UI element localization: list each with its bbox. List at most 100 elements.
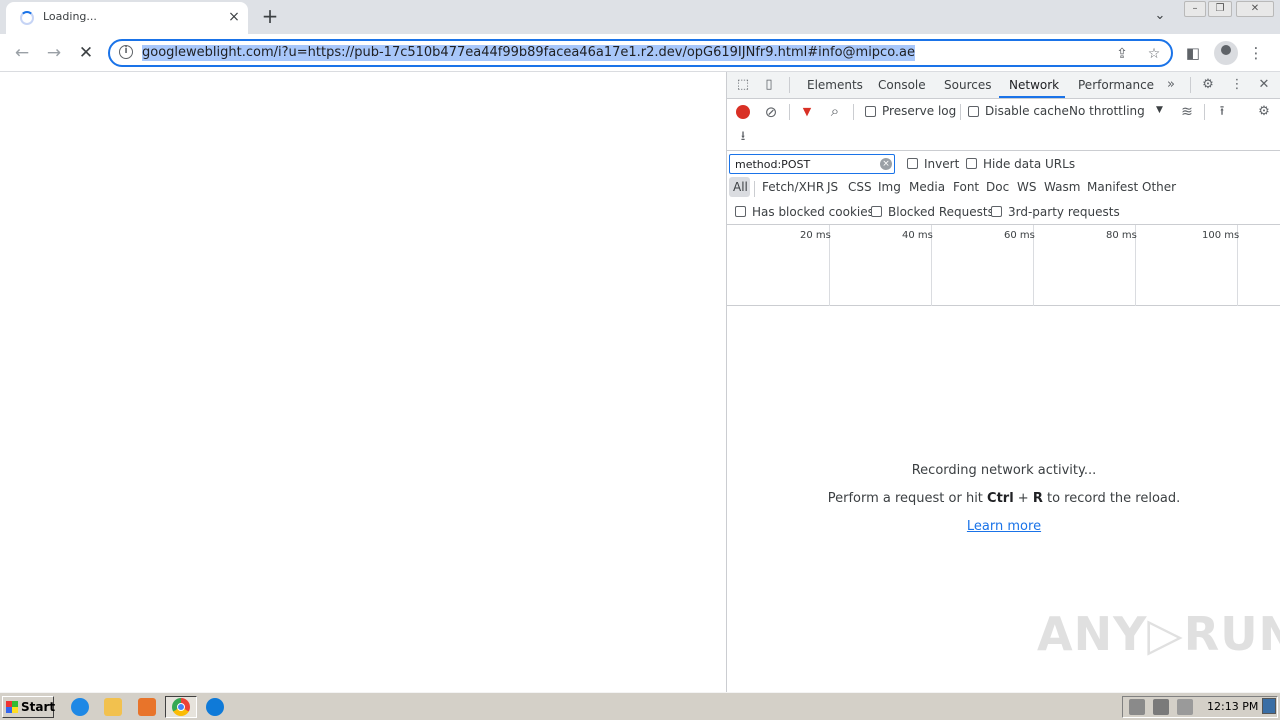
third-party-label: 3rd-party requests bbox=[1008, 205, 1120, 219]
action-center-flag-icon[interactable] bbox=[1177, 699, 1193, 715]
divider bbox=[754, 181, 755, 197]
type-filter-ws[interactable]: WS bbox=[1017, 180, 1036, 194]
disable-cache-checkbox[interactable] bbox=[968, 106, 979, 117]
profile-avatar-icon[interactable] bbox=[1214, 41, 1238, 65]
devtools-tab-bar: ⬚ ▯ Elements Console Sources Network Per… bbox=[727, 72, 1280, 99]
timeline-tick-label: 40 ms bbox=[902, 230, 933, 241]
devtools-settings-icon[interactable]: ⚙ bbox=[1199, 76, 1217, 94]
restore-button[interactable]: ❐ bbox=[1208, 1, 1232, 17]
has-blocked-cookies-checkbox[interactable] bbox=[735, 206, 746, 217]
hide-data-urls-checkbox[interactable] bbox=[966, 158, 977, 169]
stop-loading-button[interactable]: ✕ bbox=[74, 41, 98, 65]
address-bar[interactable]: i googleweblight.com/i?u=https://pub-17c… bbox=[108, 39, 1173, 67]
timeline-tick-label: 80 ms bbox=[1106, 230, 1137, 241]
browser-menu-icon[interactable]: ⋮ bbox=[1244, 41, 1268, 65]
network-icon[interactable] bbox=[1153, 699, 1169, 715]
timeline-tick-label: 60 ms bbox=[1004, 230, 1035, 241]
timeline-tick-label: 100 ms bbox=[1202, 230, 1240, 241]
internet-explorer-icon[interactable] bbox=[71, 698, 89, 716]
site-info-icon[interactable]: i bbox=[119, 45, 133, 59]
more-tabs-icon[interactable]: » bbox=[1162, 76, 1180, 94]
type-filter-other[interactable]: Other bbox=[1142, 180, 1176, 194]
tab-performance[interactable]: Performance bbox=[1078, 78, 1154, 92]
tab-sources[interactable]: Sources bbox=[944, 78, 991, 92]
search-icon[interactable]: ⌕ bbox=[826, 102, 844, 120]
tab-search-icon[interactable]: ⌄ bbox=[1150, 6, 1170, 26]
type-filter-doc[interactable]: Doc bbox=[986, 180, 1009, 194]
back-button[interactable]: ← bbox=[10, 41, 34, 65]
chrome-taskbar-button[interactable] bbox=[165, 696, 197, 718]
blocked-requests-label: Blocked Requests bbox=[888, 205, 994, 219]
media-player-icon[interactable] bbox=[138, 698, 156, 716]
type-filter-js[interactable]: JS bbox=[827, 180, 838, 194]
inspect-element-icon[interactable]: ⬚ bbox=[734, 76, 752, 94]
throttling-dropdown-icon[interactable]: ▼ bbox=[1156, 105, 1163, 115]
throttling-select[interactable]: No throttling bbox=[1069, 104, 1145, 118]
type-filter-font[interactable]: Font bbox=[953, 180, 979, 194]
network-conditions-icon[interactable]: ≋ bbox=[1178, 103, 1196, 121]
learn-more-link[interactable]: Learn more bbox=[727, 519, 1280, 534]
tab-network[interactable]: Network bbox=[1009, 78, 1059, 92]
bookmark-star-icon[interactable]: ☆ bbox=[1144, 44, 1164, 64]
url-text[interactable]: googleweblight.com/i?u=https://pub-17c51… bbox=[142, 45, 916, 61]
filter-input-value[interactable]: method:POST bbox=[735, 158, 810, 171]
shortcut-key-r: R bbox=[1032, 491, 1043, 506]
clear-filter-icon[interactable]: × bbox=[880, 158, 892, 170]
invert-checkbox[interactable] bbox=[907, 158, 918, 169]
active-tab-indicator bbox=[999, 96, 1065, 98]
invert-label: Invert bbox=[924, 157, 960, 171]
file-explorer-icon[interactable] bbox=[104, 698, 122, 716]
third-party-checkbox[interactable] bbox=[991, 206, 1002, 217]
network-settings-icon[interactable]: ⚙ bbox=[1255, 103, 1273, 121]
edge-icon[interactable] bbox=[206, 698, 224, 716]
network-toolbar: ⊘ ▼ ⌕ Preserve log Disable cache No thro… bbox=[727, 99, 1280, 151]
divider bbox=[960, 104, 961, 120]
filter-icon[interactable]: ▼ bbox=[798, 103, 816, 121]
type-filter-css[interactable]: CSS bbox=[848, 180, 872, 194]
divider bbox=[789, 77, 790, 93]
preserve-log-label: Preserve log bbox=[882, 104, 957, 118]
type-filter-wasm[interactable]: Wasm bbox=[1044, 180, 1080, 194]
page-viewport[interactable] bbox=[0, 72, 726, 692]
tab-console[interactable]: Console bbox=[878, 78, 926, 92]
browser-tab[interactable]: Loading... × bbox=[6, 2, 248, 34]
tab-title: Loading... bbox=[43, 10, 97, 23]
system-clock[interactable]: 12:13 PM bbox=[1207, 700, 1258, 713]
type-filter-all[interactable]: All bbox=[733, 180, 748, 194]
record-icon[interactable] bbox=[736, 105, 750, 119]
type-filter-manifest[interactable]: Manifest bbox=[1087, 180, 1138, 194]
devtools-close-icon[interactable]: ✕ bbox=[1255, 76, 1273, 94]
devtools-menu-icon[interactable]: ⋮ bbox=[1228, 76, 1246, 94]
timeline-tick-label: 20 ms bbox=[800, 230, 831, 241]
type-filter-fetch-xhr[interactable]: Fetch/XHR bbox=[762, 180, 824, 194]
preserve-log-checkbox[interactable] bbox=[865, 106, 876, 117]
network-filter-bar: method:POST × Invert Hide data URLs All … bbox=[727, 151, 1280, 225]
type-filter-media[interactable]: Media bbox=[909, 180, 945, 194]
anyrun-watermark-logo: ANY▷RUN bbox=[1037, 607, 1280, 661]
start-button[interactable]: Start bbox=[2, 696, 55, 718]
type-filter-img[interactable]: Img bbox=[878, 180, 901, 194]
network-overview-timeline[interactable]: 20 ms 40 ms 60 ms 80 ms 100 ms bbox=[727, 225, 1280, 306]
import-har-icon[interactable]: ⭱ bbox=[1213, 103, 1231, 121]
browser-toolbar: ← → ✕ i googleweblight.com/i?u=https://p… bbox=[0, 34, 1280, 72]
device-toolbar-icon[interactable]: ▯ bbox=[760, 76, 778, 94]
tab-close-icon[interactable]: × bbox=[226, 8, 242, 26]
new-tab-button[interactable]: + bbox=[258, 4, 282, 28]
clear-icon[interactable]: ⊘ bbox=[762, 103, 780, 121]
tab-elements[interactable]: Elements bbox=[807, 78, 863, 92]
reload-hint-prefix: Perform a request or hit bbox=[827, 491, 988, 506]
volume-icon[interactable] bbox=[1129, 699, 1145, 715]
forward-button[interactable]: → bbox=[42, 41, 66, 65]
blocked-requests-checkbox[interactable] bbox=[871, 206, 882, 217]
shortcut-key-ctrl: Ctrl bbox=[987, 491, 1014, 506]
windows-taskbar: Start 12:13 PM bbox=[0, 692, 1280, 720]
filter-input[interactable]: method:POST × bbox=[729, 154, 895, 174]
close-window-button[interactable]: ✕ bbox=[1236, 1, 1274, 17]
minimize-button[interactable]: – bbox=[1184, 1, 1206, 17]
show-desktop-icon[interactable] bbox=[1262, 698, 1276, 714]
share-icon[interactable]: ⇪ bbox=[1112, 44, 1132, 64]
export-har-icon[interactable]: ⭳ bbox=[734, 128, 752, 146]
divider bbox=[789, 104, 790, 120]
side-panel-icon[interactable]: ◧ bbox=[1181, 41, 1205, 65]
windows-logo-icon bbox=[6, 701, 18, 713]
